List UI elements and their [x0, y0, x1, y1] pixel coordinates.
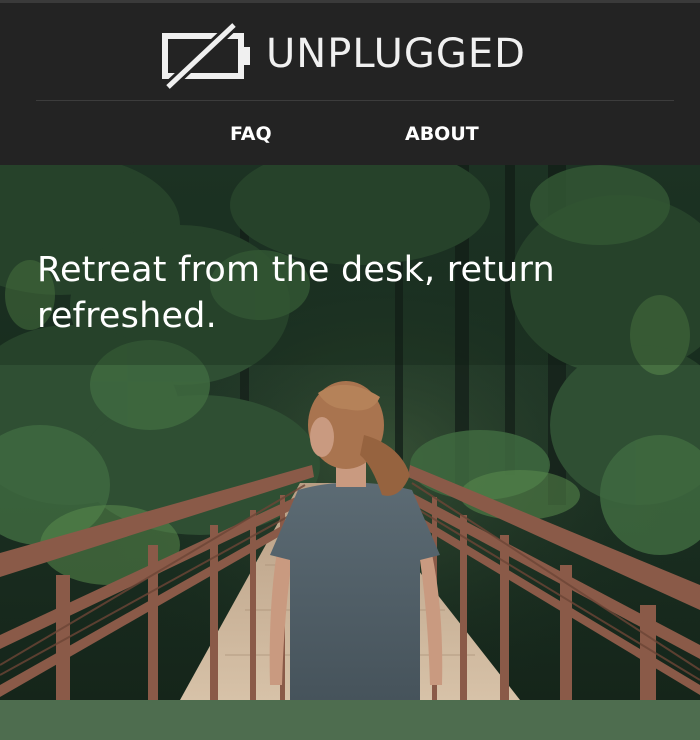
- green-band: [0, 700, 700, 740]
- brand-logo[interactable]: UNPLUGGED: [160, 21, 560, 91]
- crossed-out-battery-icon: [162, 21, 250, 91]
- nav-link-about[interactable]: ABOUT: [405, 123, 479, 145]
- brand-name: UNPLUGGED: [266, 31, 526, 77]
- nav-link-faq[interactable]: FAQ: [230, 123, 272, 145]
- hero-headline: Retreat from the desk, return refreshed.: [37, 250, 555, 336]
- page: UNPLUGGED FAQ ABOUT Retreat from the des…: [0, 0, 700, 740]
- hero-section: Retreat from the desk, return refreshed.: [0, 165, 700, 700]
- main-nav: FAQ ABOUT: [0, 101, 700, 168]
- site-header: UNPLUGGED FAQ ABOUT: [0, 0, 700, 165]
- hero-image: [0, 165, 700, 700]
